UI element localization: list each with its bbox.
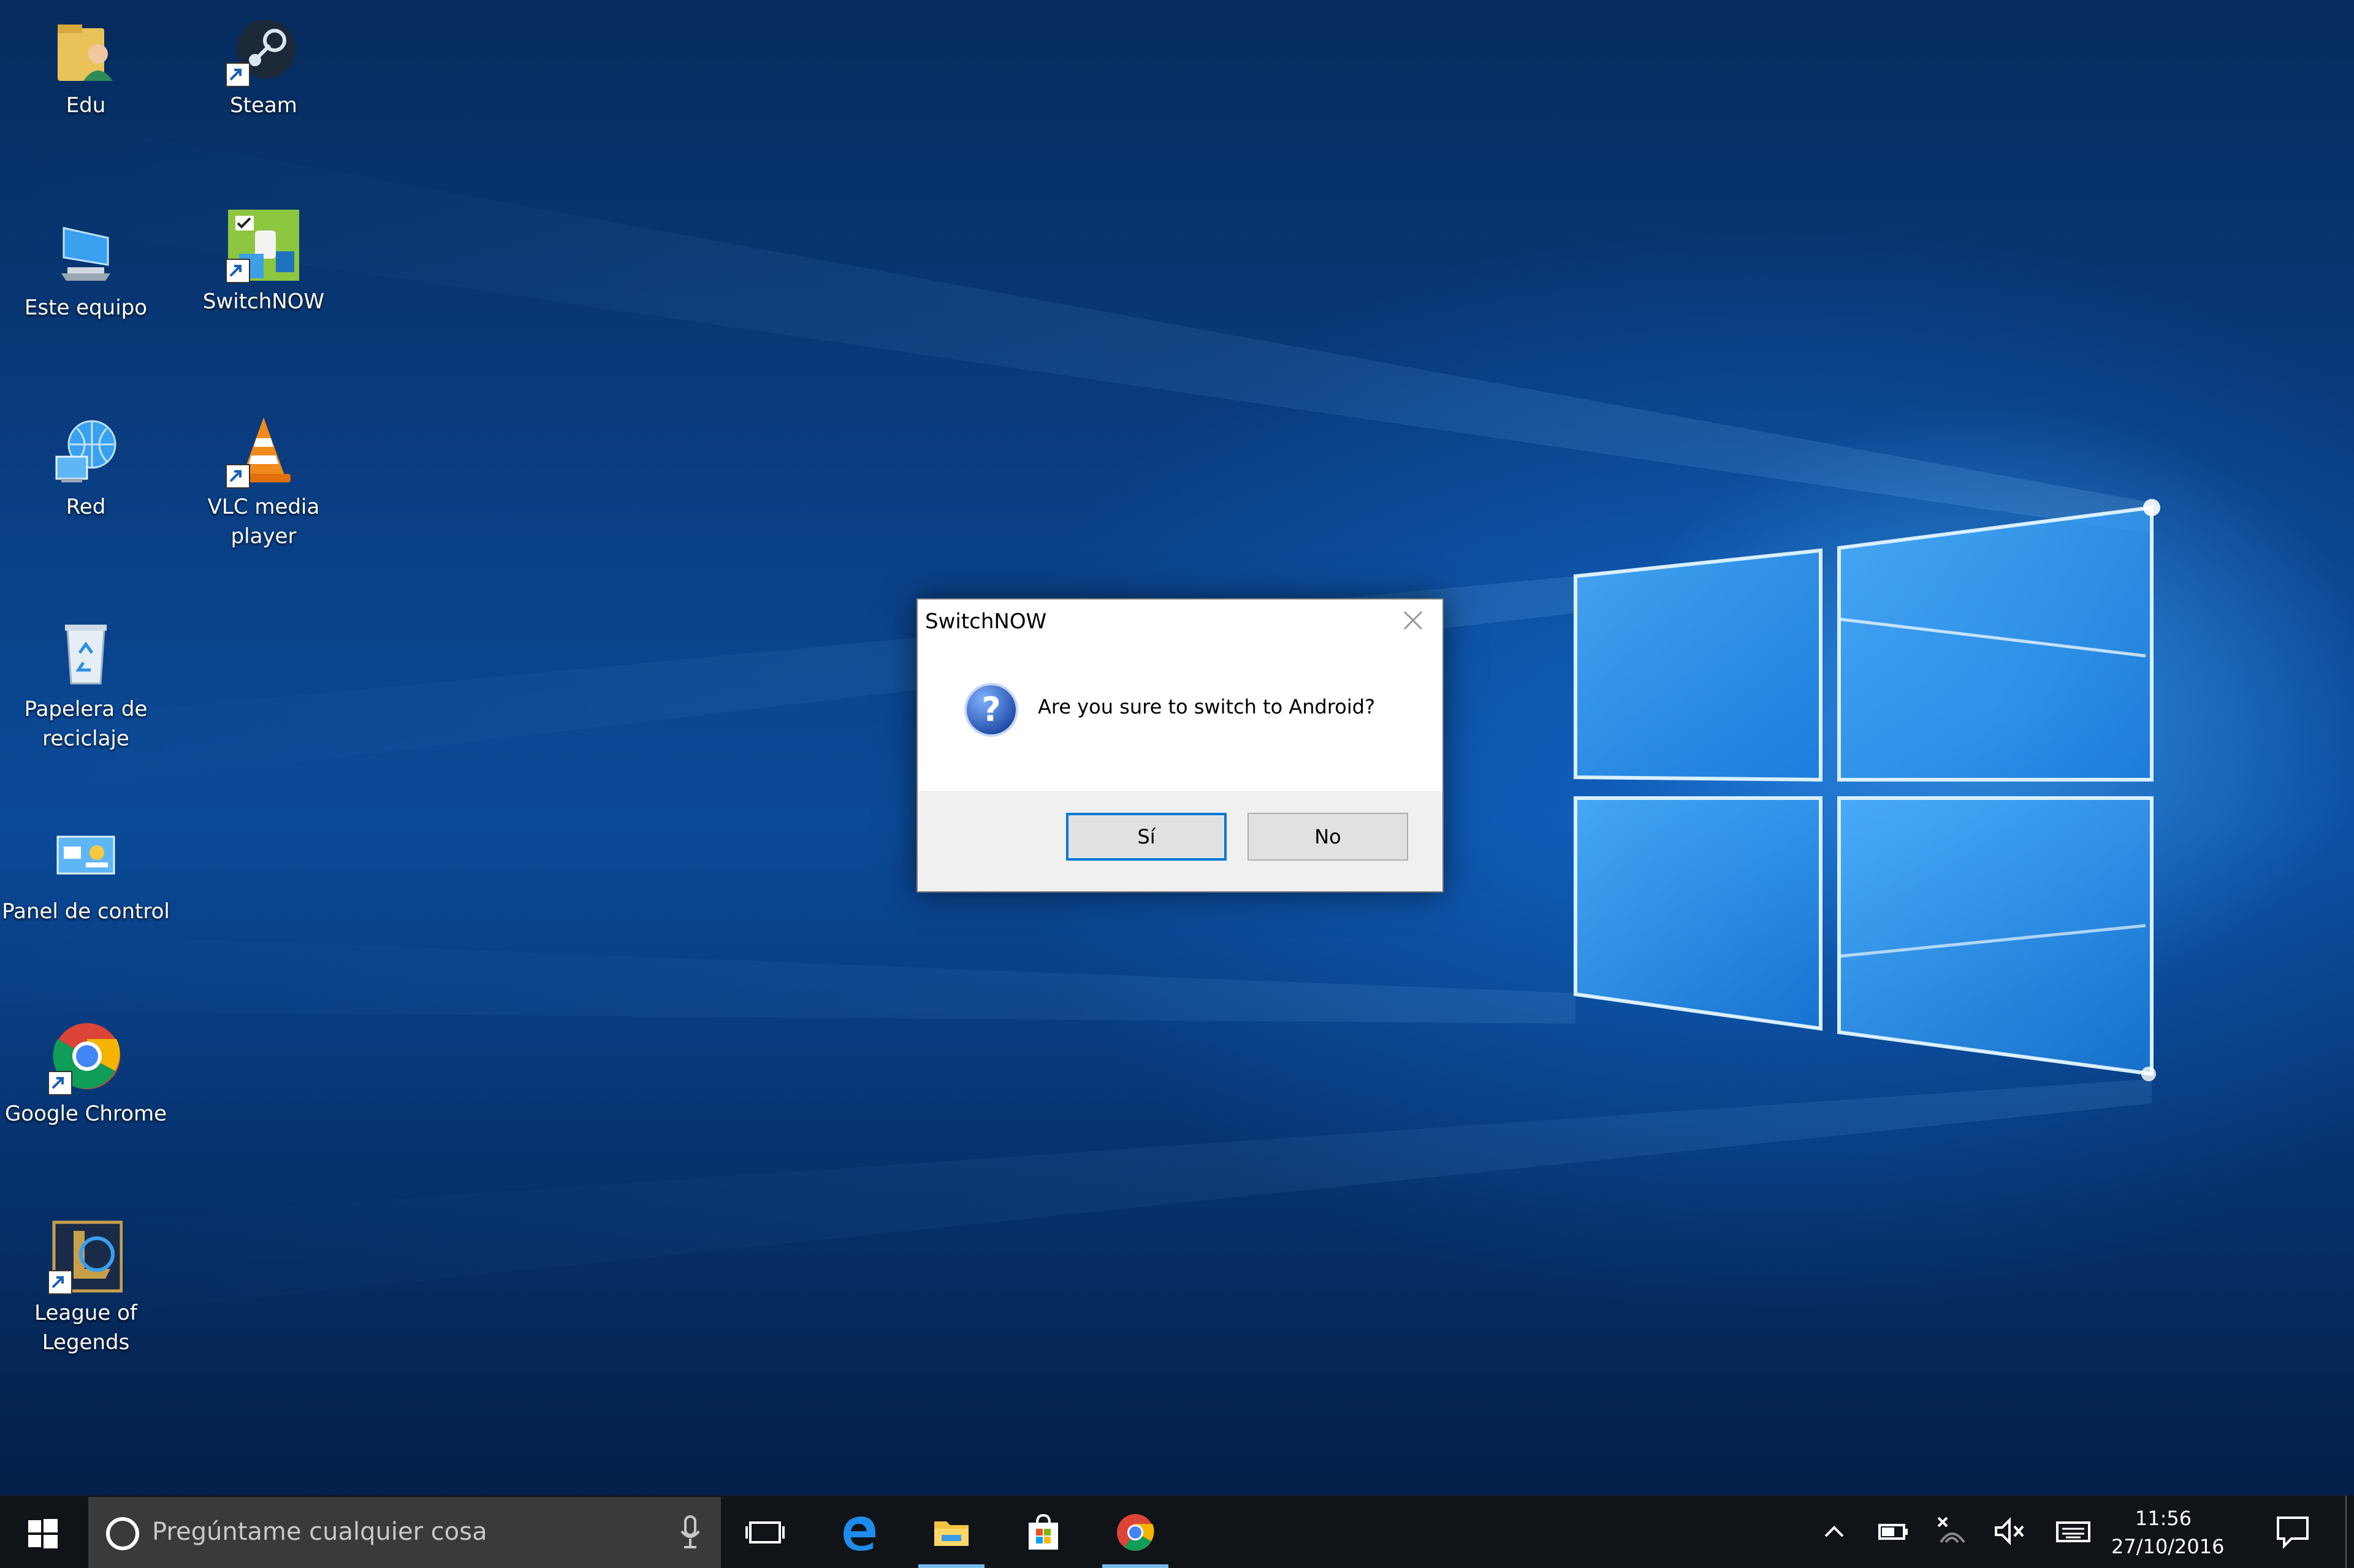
icon-label: SwitchNOW xyxy=(202,289,325,314)
desktop-icon-steam[interactable]: Steam xyxy=(178,12,349,120)
chevron-up-icon[interactable] xyxy=(1816,1513,1853,1550)
network-icon xyxy=(49,414,123,487)
desktop-icon-red[interactable]: Red xyxy=(0,414,172,522)
icon-label: Steam xyxy=(230,93,297,118)
shortcut-arrow-icon xyxy=(226,63,250,87)
no-button[interactable]: No xyxy=(1247,813,1408,861)
windows-start-icon xyxy=(28,1519,58,1548)
desktop-icon-switchnow[interactable]: SwitchNOW xyxy=(178,208,349,316)
search-box[interactable]: Pregúntame cualquier cosa xyxy=(88,1497,721,1568)
svg-text:?: ? xyxy=(981,690,1000,729)
desktop-icon-panel-de-control[interactable]: Panel de control xyxy=(0,818,172,926)
dialog-titlebar[interactable]: SwitchNOW xyxy=(918,599,1442,649)
question-icon: ? xyxy=(962,680,1021,739)
shortcut-arrow-icon xyxy=(48,1071,72,1095)
clock-date: 27/10/2016 xyxy=(2111,1535,2225,1558)
battery-icon[interactable] xyxy=(1875,1513,1911,1550)
icon-label: Edu xyxy=(66,93,106,118)
switchnow-confirm-dialog: SwitchNOW ? Are you sure to switch to An… xyxy=(916,598,1444,892)
volume-muted-icon[interactable] xyxy=(1991,1513,2028,1550)
desktop-icon-vlc[interactable]: VLC media player xyxy=(178,414,349,551)
shortcut-arrow-icon xyxy=(48,1270,72,1295)
control-panel-icon xyxy=(49,818,123,892)
steam-icon xyxy=(226,12,300,87)
icon-label: VLC media player xyxy=(207,495,320,549)
desktop: Edu Steam Este equipo SwitchNOW Red VLC xyxy=(0,0,2354,1496)
show-desktop-button[interactable] xyxy=(2345,1496,2350,1568)
chrome-icon xyxy=(48,1021,123,1095)
wifi-icon[interactable] xyxy=(1933,1513,1970,1550)
dialog-message: Are you sure to switch to Android? xyxy=(1038,695,1376,718)
close-icon xyxy=(1403,611,1423,630)
taskbar-chrome[interactable] xyxy=(1097,1496,1173,1568)
desktop-icon-este-equipo[interactable]: Este equipo xyxy=(0,215,172,322)
keyboard-icon[interactable] xyxy=(2055,1513,2092,1550)
user-folder-icon xyxy=(49,12,123,86)
switchnow-icon xyxy=(226,208,300,283)
dialog-title: SwitchNOW xyxy=(925,609,1047,634)
recycle-bin-icon xyxy=(49,616,123,690)
search-placeholder: Pregúntame cualquier cosa xyxy=(152,1518,487,1546)
icon-label: Panel de control xyxy=(2,899,170,924)
vlc-icon xyxy=(226,414,300,489)
microphone-icon[interactable] xyxy=(678,1514,703,1551)
store-icon xyxy=(1029,1513,1058,1550)
taskbar-edge[interactable] xyxy=(821,1496,897,1568)
taskbar-store[interactable] xyxy=(1005,1496,1081,1568)
taskbar-file-explorer[interactable] xyxy=(913,1496,989,1568)
dialog-close-button[interactable] xyxy=(1384,599,1442,642)
start-button[interactable] xyxy=(0,1496,87,1568)
dialog-button-bar: Sí No xyxy=(918,791,1442,891)
icon-label: Este equipo xyxy=(24,295,148,320)
file-explorer-icon xyxy=(934,1521,969,1546)
taskbar-clock[interactable]: 11:56 27/10/2016 xyxy=(2111,1504,2225,1561)
edge-icon xyxy=(844,1517,875,1551)
desktop-icon-papelera[interactable]: Papelera de reciclaje xyxy=(0,616,172,753)
shortcut-arrow-icon xyxy=(226,259,250,283)
icon-label: Papelera de reciclaje xyxy=(24,697,148,751)
icon-label: Google Chrome xyxy=(4,1102,167,1126)
yes-button[interactable]: Sí xyxy=(1066,813,1227,861)
league-of-legends-icon xyxy=(48,1220,123,1295)
action-center-icon[interactable] xyxy=(2273,1512,2312,1551)
icon-label: Red xyxy=(66,495,106,519)
taskbar: Pregúntame cualquier cosa 11:56 27/10/20… xyxy=(0,1496,2354,1568)
desktop-icon-edu[interactable]: Edu xyxy=(0,12,172,120)
cortana-icon xyxy=(106,1517,139,1550)
computer-icon xyxy=(49,215,123,288)
dialog-body: ? Are you sure to switch to Android? xyxy=(918,649,1442,788)
icon-label: League of Legends xyxy=(34,1301,137,1355)
chrome-icon xyxy=(1117,1514,1154,1551)
clock-time: 11:56 xyxy=(2135,1507,2192,1530)
desktop-icon-google-chrome[interactable]: Google Chrome xyxy=(0,1021,172,1128)
shortcut-arrow-icon xyxy=(226,464,250,489)
task-view-button[interactable] xyxy=(727,1496,803,1568)
task-view-icon xyxy=(745,1521,785,1543)
desktop-icon-league-of-legends[interactable]: League of Legends xyxy=(0,1220,172,1357)
